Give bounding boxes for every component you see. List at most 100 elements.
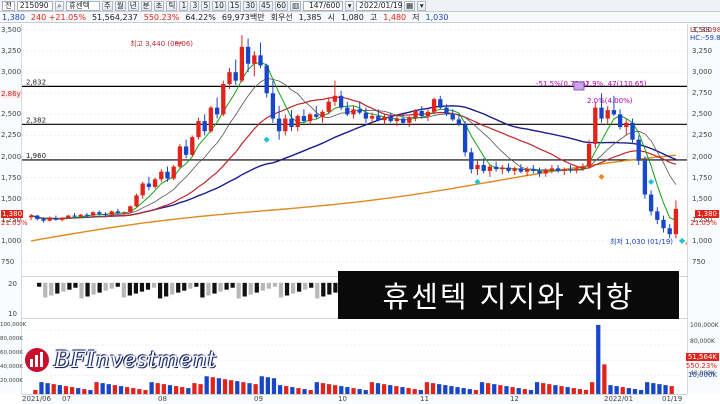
price-tick-label: 2,500	[692, 110, 713, 119]
indicator-bar	[309, 282, 314, 288]
candle-body	[258, 55, 263, 66]
indicator-bar	[182, 282, 187, 291]
indicator-bar	[230, 282, 235, 288]
volume-bar	[204, 376, 209, 394]
minute-60-button[interactable]: 60	[274, 0, 289, 11]
candle-body	[382, 116, 387, 121]
volume-bar	[326, 384, 332, 394]
indicator-bar	[266, 282, 272, 289]
minute-1-button[interactable]: 1	[179, 0, 189, 11]
volume-bar	[596, 324, 601, 394]
candle-body	[630, 122, 635, 140]
volume-tick-label: 60,000K	[0, 350, 23, 356]
candle-body	[636, 139, 641, 161]
indicator-bar	[79, 282, 84, 299]
volume-bar	[602, 364, 607, 394]
indicator-bar	[139, 282, 145, 292]
chevron-down-icon[interactable]: ▾	[345, 0, 355, 11]
volume-bar	[608, 385, 613, 394]
chevron-down-icon[interactable]: ▾	[417, 0, 427, 11]
candle-body	[171, 166, 176, 179]
price-tick-label: 2,250	[692, 131, 713, 140]
volume-bar	[547, 384, 552, 394]
volume-bar	[498, 385, 503, 394]
volume-bar	[124, 387, 130, 394]
prev-price: 1,385	[298, 12, 322, 22]
bar-chart-icon[interactable]: ▥	[290, 0, 302, 11]
minute-5-button[interactable]: 5	[201, 0, 211, 11]
stock-code-input[interactable]: 215090	[16, 0, 53, 11]
period-minute-button[interactable]: 분	[140, 0, 152, 11]
candle-body	[84, 214, 90, 216]
candle-body	[611, 110, 617, 115]
open-label: 시	[327, 12, 335, 22]
open-price: 1,080	[340, 12, 364, 22]
indicator-bar	[151, 282, 157, 288]
candle-body	[196, 121, 201, 138]
volume-bar	[375, 383, 381, 394]
price-tick-label: 3,000	[1, 68, 22, 77]
volume-bar	[161, 384, 166, 394]
candle-body	[568, 169, 573, 171]
volume-bar	[620, 387, 625, 394]
period-day-button[interactable]: 주	[101, 0, 113, 11]
candle-body	[121, 212, 127, 214]
candle-body	[190, 137, 195, 155]
volume-bar	[320, 383, 326, 394]
minute-10-button[interactable]: 10	[212, 0, 226, 11]
indicator-bar	[188, 282, 193, 289]
price-tick-label: 1,000	[1, 236, 22, 245]
high-price: 1,480	[383, 12, 407, 22]
candle-body	[183, 146, 189, 155]
ma10-line	[30, 77, 677, 220]
indicator-bar	[164, 282, 169, 297]
price-tick-label: 1,500	[1, 194, 22, 203]
indicator-bar	[218, 282, 223, 292]
category-select[interactable]: 전	[2, 0, 15, 11]
count-field[interactable]: 147/600	[303, 0, 344, 11]
calendar-icon[interactable]: ▦	[404, 0, 416, 11]
volume-bar	[614, 386, 619, 394]
candle-body	[264, 65, 269, 94]
candle-body	[369, 116, 375, 119]
candle-body	[53, 218, 59, 220]
indicator-bar	[327, 282, 332, 295]
candle-body	[41, 218, 46, 221]
volume-bar	[57, 385, 62, 394]
high-label: 고	[369, 12, 378, 22]
candle-body	[599, 107, 604, 119]
date-field[interactable]: 2022/01/19	[356, 0, 402, 11]
period-second-button[interactable]: 초	[153, 0, 165, 11]
date-tick-label: 07	[62, 395, 71, 403]
period-tick-button[interactable]: 틱	[166, 0, 178, 11]
minute-45-button[interactable]: 45	[258, 0, 273, 11]
price-tick-label: 1,750	[1, 173, 22, 182]
candle-body	[283, 118, 288, 132]
volume-bar	[253, 384, 258, 394]
indicator-bar	[43, 282, 48, 298]
candle-body	[493, 166, 499, 170]
price-tick-label: 1,750	[692, 173, 713, 182]
volume-bar	[259, 376, 264, 394]
period-week-button[interactable]: 월	[114, 0, 126, 11]
low-annotation: 최저 1,030 (01/19)	[610, 237, 673, 246]
volume-bar	[381, 384, 387, 394]
search-icon[interactable]: ⌕	[54, 0, 64, 11]
volume-bar	[265, 377, 270, 394]
period-month-button[interactable]: 년	[127, 0, 139, 11]
minute-30-button[interactable]: 30	[243, 0, 257, 11]
candle-body	[59, 217, 65, 220]
minute-15-button[interactable]: 15	[227, 0, 242, 11]
stock-name-field[interactable]: 휴센텍	[65, 0, 100, 11]
candle-body	[66, 215, 71, 218]
fib-marker-icon[interactable]	[573, 81, 585, 91]
candle-body	[475, 164, 480, 170]
volume-bar	[504, 386, 509, 394]
minute-3-button[interactable]: 3	[190, 0, 200, 11]
volume-bar	[241, 382, 246, 394]
candle-body	[586, 143, 592, 167]
date-tick-label: 01/19	[662, 395, 683, 403]
price-chart[interactable]: 2,832 2,382 1,960 최고 3,440 (08/06) 최저 1,03…	[22, 24, 687, 272]
candle-body	[221, 83, 226, 115]
price-tick-label: 2,000	[1, 152, 22, 161]
